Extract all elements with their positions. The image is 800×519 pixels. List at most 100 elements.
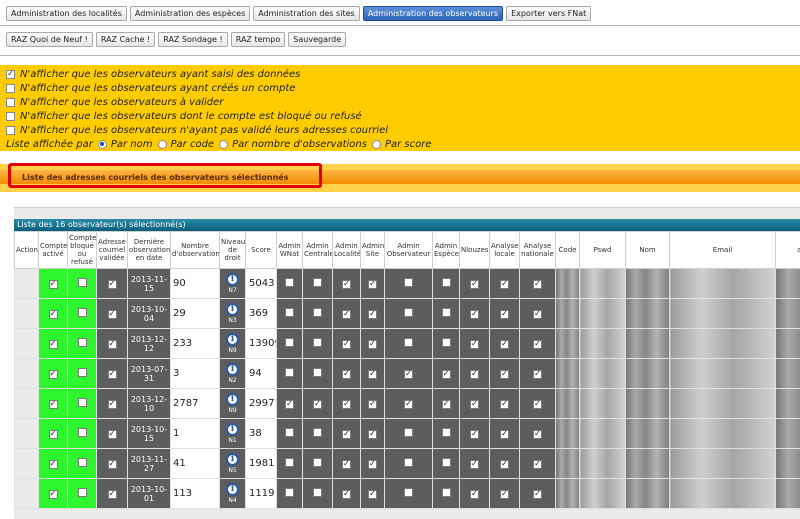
row-checkbox[interactable]: [313, 308, 322, 317]
filter-option[interactable]: N'afficher que les observateurs à valide…: [6, 95, 223, 109]
row-checkbox[interactable]: ✓: [470, 370, 479, 379]
row-checkbox[interactable]: ✓: [368, 460, 377, 469]
filter-option[interactable]: N'afficher que les observateurs ayant cr…: [6, 81, 295, 95]
row-checkbox[interactable]: [285, 488, 294, 497]
info-icon[interactable]: iN9: [220, 333, 245, 354]
row-checkbox[interactable]: ✓: [470, 280, 479, 289]
row-checkbox[interactable]: [404, 278, 413, 287]
access-level-cell[interactable]: iN1: [220, 419, 246, 449]
row-checkbox[interactable]: ✓: [470, 310, 479, 319]
info-icon[interactable]: iN3: [220, 303, 245, 324]
filter-checkbox[interactable]: [6, 126, 15, 135]
row-checkbox[interactable]: ✓: [108, 400, 117, 409]
row-checkbox[interactable]: [285, 338, 294, 347]
row-checkbox[interactable]: [442, 338, 451, 347]
row-checkbox[interactable]: [404, 458, 413, 467]
info-icon[interactable]: iN2: [220, 363, 245, 384]
row-checkbox[interactable]: ✓: [500, 400, 509, 409]
row-checkbox[interactable]: ✓: [49, 370, 58, 379]
action-cell[interactable]: [15, 479, 39, 509]
sauvegarde-button[interactable]: Sauvegarde: [288, 32, 346, 47]
row-checkbox[interactable]: ✓: [533, 370, 542, 379]
row-checkbox[interactable]: ✓: [470, 340, 479, 349]
row-checkbox[interactable]: ✓: [500, 370, 509, 379]
access-level-cell[interactable]: iN3: [220, 299, 246, 329]
row-checkbox[interactable]: [285, 368, 294, 377]
row-checkbox[interactable]: ✓: [500, 430, 509, 439]
admin-sites-button[interactable]: Administration des sites: [253, 6, 359, 21]
row-checkbox[interactable]: ✓: [470, 400, 479, 409]
raz-tempo-button[interactable]: RAZ tempo: [231, 32, 286, 47]
row-checkbox[interactable]: ✓: [500, 310, 509, 319]
row-checkbox[interactable]: ✓: [368, 340, 377, 349]
row-checkbox[interactable]: ✓: [368, 430, 377, 439]
row-checkbox[interactable]: ✓: [533, 400, 542, 409]
action-cell[interactable]: [15, 329, 39, 359]
export-fnat-button[interactable]: Exporter vers FNat: [506, 6, 591, 21]
row-checkbox[interactable]: [285, 278, 294, 287]
filter-checkbox[interactable]: [6, 84, 15, 93]
row-checkbox[interactable]: [313, 428, 322, 437]
row-checkbox[interactable]: ✓: [368, 370, 377, 379]
row-checkbox[interactable]: [78, 488, 87, 497]
row-checkbox[interactable]: [442, 488, 451, 497]
row-checkbox[interactable]: ✓: [368, 310, 377, 319]
row-checkbox[interactable]: ✓: [500, 280, 509, 289]
row-checkbox[interactable]: ✓: [49, 490, 58, 499]
row-checkbox[interactable]: ✓: [108, 310, 117, 319]
filter-checkbox[interactable]: ✓: [6, 70, 15, 79]
access-level-cell[interactable]: iN5: [220, 449, 246, 479]
row-checkbox[interactable]: [78, 428, 87, 437]
row-checkbox[interactable]: ✓: [500, 340, 509, 349]
row-checkbox[interactable]: ✓: [108, 340, 117, 349]
row-checkbox[interactable]: [78, 308, 87, 317]
filter-checkbox[interactable]: [6, 112, 15, 121]
row-checkbox[interactable]: ✓: [404, 370, 413, 379]
access-level-cell[interactable]: iN7: [220, 269, 246, 299]
access-level-cell[interactable]: iN4: [220, 479, 246, 509]
row-checkbox[interactable]: ✓: [442, 370, 451, 379]
action-cell[interactable]: [15, 449, 39, 479]
filter-option[interactable]: N'afficher que les observateurs n'ayant …: [6, 123, 388, 137]
row-checkbox[interactable]: ✓: [342, 340, 351, 349]
row-checkbox[interactable]: [78, 398, 87, 407]
sort-radio[interactable]: [158, 140, 167, 149]
row-checkbox[interactable]: ✓: [500, 460, 509, 469]
row-checkbox[interactable]: [285, 428, 294, 437]
access-level-cell[interactable]: iN2: [220, 359, 246, 389]
sort-radio[interactable]: [98, 140, 107, 149]
row-checkbox[interactable]: ✓: [49, 400, 58, 409]
row-checkbox[interactable]: [404, 308, 413, 317]
action-cell[interactable]: [15, 299, 39, 329]
row-checkbox[interactable]: ✓: [533, 460, 542, 469]
row-checkbox[interactable]: ✓: [108, 490, 117, 499]
row-checkbox[interactable]: ✓: [368, 490, 377, 499]
row-checkbox[interactable]: ✓: [470, 430, 479, 439]
row-checkbox[interactable]: [313, 368, 322, 377]
row-checkbox[interactable]: [404, 488, 413, 497]
row-checkbox[interactable]: [442, 428, 451, 437]
row-checkbox[interactable]: ✓: [342, 400, 351, 409]
row-checkbox[interactable]: [442, 308, 451, 317]
row-checkbox[interactable]: ✓: [533, 340, 542, 349]
action-cell[interactable]: [15, 419, 39, 449]
info-icon[interactable]: iN5: [220, 453, 245, 474]
sort-radio[interactable]: [219, 140, 228, 149]
admin-localites-button[interactable]: Administration des localités: [6, 6, 127, 21]
sort-radio[interactable]: [372, 140, 381, 149]
row-checkbox[interactable]: ✓: [342, 460, 351, 469]
row-checkbox[interactable]: [285, 458, 294, 467]
row-checkbox[interactable]: [285, 308, 294, 317]
filter-checkbox[interactable]: [6, 98, 15, 107]
row-checkbox[interactable]: ✓: [500, 490, 509, 499]
row-checkbox[interactable]: ✓: [442, 400, 451, 409]
row-checkbox[interactable]: ✓: [108, 430, 117, 439]
filter-option[interactable]: N'afficher que les observateurs dont le …: [6, 109, 362, 123]
row-checkbox[interactable]: ✓: [285, 400, 294, 409]
action-cell[interactable]: [15, 269, 39, 299]
row-checkbox[interactable]: [442, 278, 451, 287]
info-icon[interactable]: iN4: [220, 483, 245, 504]
row-checkbox[interactable]: ✓: [313, 400, 322, 409]
row-checkbox[interactable]: [313, 278, 322, 287]
admin-especes-button[interactable]: Administration des espèces: [130, 6, 250, 21]
